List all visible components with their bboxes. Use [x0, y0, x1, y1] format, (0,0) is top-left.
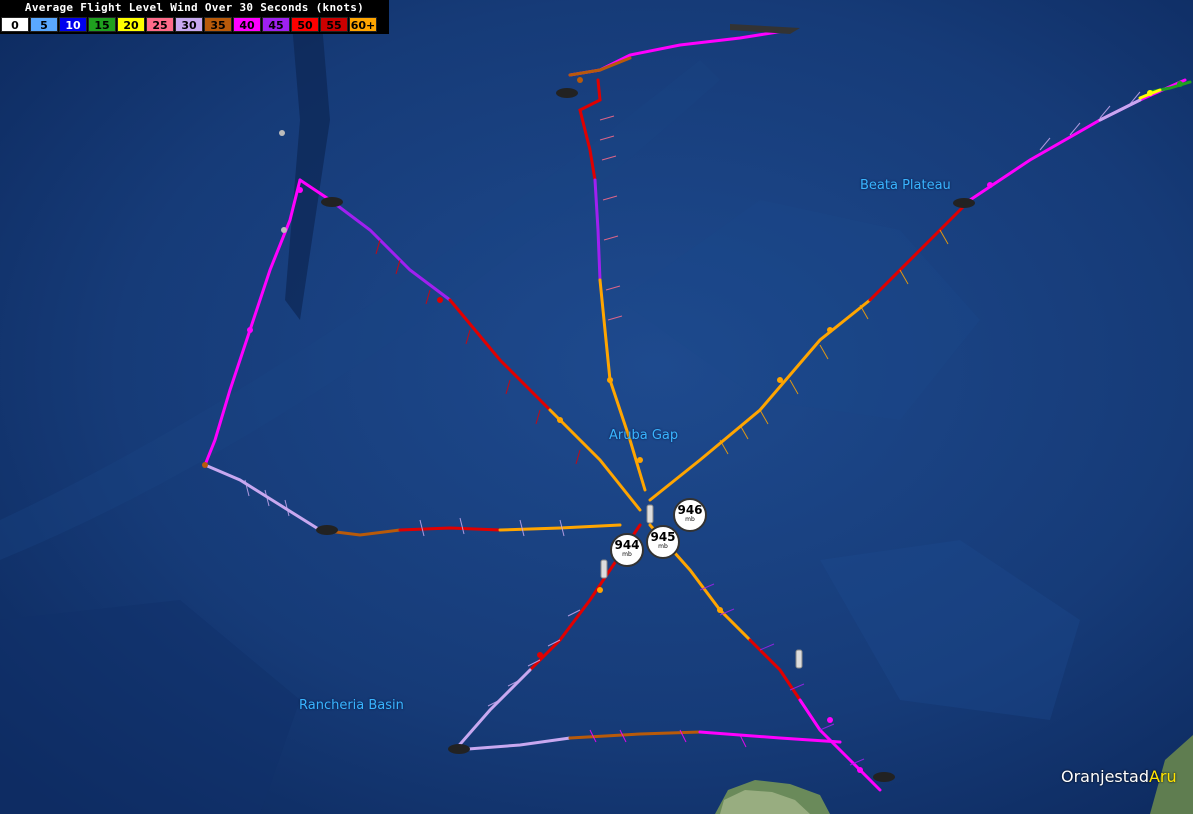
- aircraft-icon: [321, 197, 343, 207]
- label-beata-plateau: Beata Plateau: [860, 178, 951, 193]
- legend-title: Average Flight Level Wind Over 30 Second…: [24, 1, 365, 14]
- legend-bins: 0 5 10 15 20 25 30 35 40 45 50 55 60+: [1, 17, 377, 32]
- aircraft-icon: [448, 744, 470, 754]
- aircraft-icon: [316, 525, 338, 535]
- legend-bin: 35: [204, 17, 232, 32]
- legend-bin: 5: [30, 17, 58, 32]
- legend-bin: 55: [320, 17, 348, 32]
- label-aruba-gap: Aruba Gap: [609, 428, 679, 443]
- legend-bin: 45: [262, 17, 290, 32]
- pressure-unit: mb: [685, 516, 695, 523]
- legend-bin: 0: [1, 17, 29, 32]
- pressure-marker[interactable]: 946 mb: [673, 498, 707, 532]
- pressure-value: 946: [677, 503, 703, 517]
- ocean-basemap: [0, 0, 1193, 814]
- label-rancheria-basin: Rancheria Basin: [299, 698, 404, 713]
- legend-bin: 25: [146, 17, 174, 32]
- legend-bin: 15: [88, 17, 116, 32]
- legend-bin: 60+: [349, 17, 377, 32]
- pressure-marker[interactable]: 945 mb: [646, 525, 680, 559]
- map-view[interactable]: Average Flight Level Wind Over 30 Second…: [0, 0, 1193, 814]
- legend-bin: 50: [291, 17, 319, 32]
- pressure-value: 945: [650, 530, 676, 544]
- pressure-marker[interactable]: 944 mb: [610, 533, 644, 567]
- town-name-cut: Aru: [1148, 767, 1177, 786]
- pressure-unit: mb: [658, 543, 668, 550]
- legend-bin: 10: [59, 17, 87, 32]
- wind-speed-legend: Average Flight Level Wind Over 30 Second…: [0, 0, 389, 34]
- aircraft-icon: [873, 772, 895, 782]
- pressure-unit: mb: [622, 551, 632, 558]
- legend-bin: 30: [175, 17, 203, 32]
- town-name: Oranjestad: [1061, 767, 1149, 786]
- legend-bin: 40: [233, 17, 261, 32]
- legend-bin: 20: [117, 17, 145, 32]
- aircraft-icon: [556, 88, 578, 98]
- label-oranjestad: OranjestadAru: [1061, 767, 1177, 786]
- aircraft-icon: [953, 198, 975, 208]
- pressure-value: 944: [614, 538, 640, 552]
